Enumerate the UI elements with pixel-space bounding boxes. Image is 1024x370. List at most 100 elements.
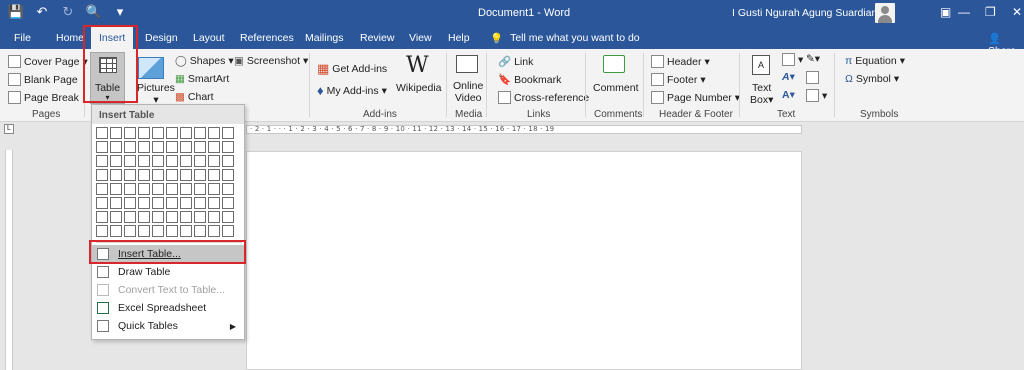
object-icon[interactable]: ▾ — [806, 89, 827, 102]
redo-icon[interactable]: ↻ — [60, 4, 76, 20]
table-grid-cell[interactable] — [110, 155, 122, 167]
table-grid-cell[interactable] — [138, 211, 150, 223]
tell-me-search[interactable]: 💡 Tell me what you want to do — [490, 32, 640, 45]
tab-home[interactable]: Home — [56, 32, 84, 44]
tab-insert[interactable]: Insert — [91, 27, 134, 49]
table-grid-cell[interactable] — [166, 225, 178, 237]
table-grid-cell[interactable] — [166, 155, 178, 167]
table-grid-cell[interactable] — [124, 183, 136, 195]
table-grid-cell[interactable] — [208, 169, 220, 181]
tab-layout[interactable]: Layout — [193, 32, 225, 44]
table-grid-cell[interactable] — [166, 211, 178, 223]
customize-qat-icon[interactable]: ▾ — [112, 4, 128, 20]
table-grid-cell[interactable] — [194, 169, 206, 181]
wikipedia-button[interactable]: Wikipedia — [396, 82, 442, 94]
tab-references[interactable]: References — [240, 32, 294, 44]
table-grid-cell[interactable] — [138, 225, 150, 237]
table-grid-cell[interactable] — [180, 169, 192, 181]
tab-view[interactable]: View — [409, 32, 432, 44]
table-grid-cell[interactable] — [152, 155, 164, 167]
table-grid-cell[interactable] — [124, 141, 136, 153]
pictures-button[interactable]: Pictures ▾ — [137, 82, 175, 106]
table-grid-cell[interactable] — [152, 169, 164, 181]
table-button[interactable]: Table ▾ — [90, 52, 125, 104]
text-box-button[interactable]: Text Box▾ — [750, 82, 773, 106]
table-grid-cell[interactable] — [110, 225, 122, 237]
table-size-grid[interactable] — [96, 127, 234, 237]
table-grid-cell[interactable] — [194, 225, 206, 237]
table-grid-cell[interactable] — [166, 141, 178, 153]
table-grid-cell[interactable] — [152, 127, 164, 139]
tab-design[interactable]: Design — [145, 32, 178, 44]
table-grid-cell[interactable] — [222, 197, 234, 209]
chart-button[interactable]: ▩ Chart — [175, 91, 214, 103]
get-addins-button[interactable]: ▦ Get Add-ins — [317, 61, 387, 77]
table-grid-cell[interactable] — [222, 169, 234, 181]
table-grid-cell[interactable] — [222, 141, 234, 153]
table-grid-cell[interactable] — [222, 127, 234, 139]
drop-cap-icon[interactable]: A▾ — [782, 89, 795, 101]
table-grid-cell[interactable] — [96, 197, 108, 209]
tab-help[interactable]: Help — [448, 32, 470, 44]
draw-table-item[interactable]: Draw Table — [92, 263, 244, 281]
equation-button[interactable]: π Equation ▾ — [845, 55, 905, 67]
quick-tables-item[interactable]: Quick Tables ▶ — [92, 317, 244, 335]
table-grid-cell[interactable] — [180, 197, 192, 209]
table-grid-cell[interactable] — [194, 211, 206, 223]
minimize-icon[interactable]: — — [958, 5, 970, 19]
table-grid-cell[interactable] — [138, 169, 150, 181]
tab-selector[interactable]: L — [4, 124, 14, 134]
header-button[interactable]: Header ▾ — [651, 55, 710, 68]
footer-button[interactable]: Footer ▾ — [651, 73, 706, 86]
table-grid-cell[interactable] — [222, 183, 234, 195]
table-grid-cell[interactable] — [138, 127, 150, 139]
tab-mailings[interactable]: Mailings — [305, 32, 344, 44]
my-addins-button[interactable]: ♦ My Add-ins ▾ — [317, 83, 387, 98]
quick-parts-icon[interactable]: ▾ — [782, 53, 803, 66]
document-page[interactable] — [246, 151, 802, 370]
table-grid-cell[interactable] — [124, 197, 136, 209]
vertical-ruler[interactable] — [5, 150, 13, 370]
table-grid-cell[interactable] — [208, 127, 220, 139]
table-grid-cell[interactable] — [208, 225, 220, 237]
user-name[interactable]: I Gusti Ngurah Agung Suardiana — [732, 7, 883, 19]
insert-table-item[interactable]: Insert Table... — [92, 245, 244, 263]
table-grid-cell[interactable] — [110, 197, 122, 209]
table-grid-cell[interactable] — [138, 155, 150, 167]
table-grid-cell[interactable] — [124, 225, 136, 237]
table-grid-cell[interactable] — [166, 197, 178, 209]
table-grid-cell[interactable] — [194, 197, 206, 209]
smartart-button[interactable]: ▦ SmartArt — [175, 73, 229, 85]
table-grid-cell[interactable] — [208, 141, 220, 153]
pictures-icon[interactable] — [138, 57, 164, 79]
table-grid-cell[interactable] — [208, 197, 220, 209]
table-grid-cell[interactable] — [110, 211, 122, 223]
table-grid-cell[interactable] — [180, 225, 192, 237]
table-grid-cell[interactable] — [166, 183, 178, 195]
tab-review[interactable]: Review — [360, 32, 394, 44]
tab-file[interactable]: File — [14, 32, 31, 44]
table-grid-cell[interactable] — [180, 155, 192, 167]
online-video-icon[interactable] — [456, 55, 478, 73]
date-time-icon[interactable] — [806, 71, 819, 84]
table-grid-cell[interactable] — [124, 127, 136, 139]
blank-page-button[interactable]: Blank Page — [8, 73, 78, 86]
table-grid-cell[interactable] — [96, 155, 108, 167]
table-grid-cell[interactable] — [194, 183, 206, 195]
table-grid-cell[interactable] — [152, 183, 164, 195]
online-video-button[interactable]: Online Video — [453, 80, 483, 104]
table-grid-cell[interactable] — [110, 183, 122, 195]
table-grid-cell[interactable] — [222, 225, 234, 237]
save-icon[interactable]: 💾 — [8, 4, 24, 20]
table-grid-cell[interactable] — [110, 141, 122, 153]
table-grid-cell[interactable] — [194, 127, 206, 139]
link-button[interactable]: 🔗 Link — [498, 55, 533, 69]
wikipedia-icon[interactable]: W — [406, 53, 429, 78]
comment-icon[interactable] — [603, 55, 625, 73]
table-grid-cell[interactable] — [208, 211, 220, 223]
table-grid-cell[interactable] — [124, 211, 136, 223]
close-icon[interactable]: ✕ — [1012, 5, 1022, 19]
table-grid-cell[interactable] — [138, 141, 150, 153]
table-grid-cell[interactable] — [222, 155, 234, 167]
table-grid-cell[interactable] — [96, 169, 108, 181]
